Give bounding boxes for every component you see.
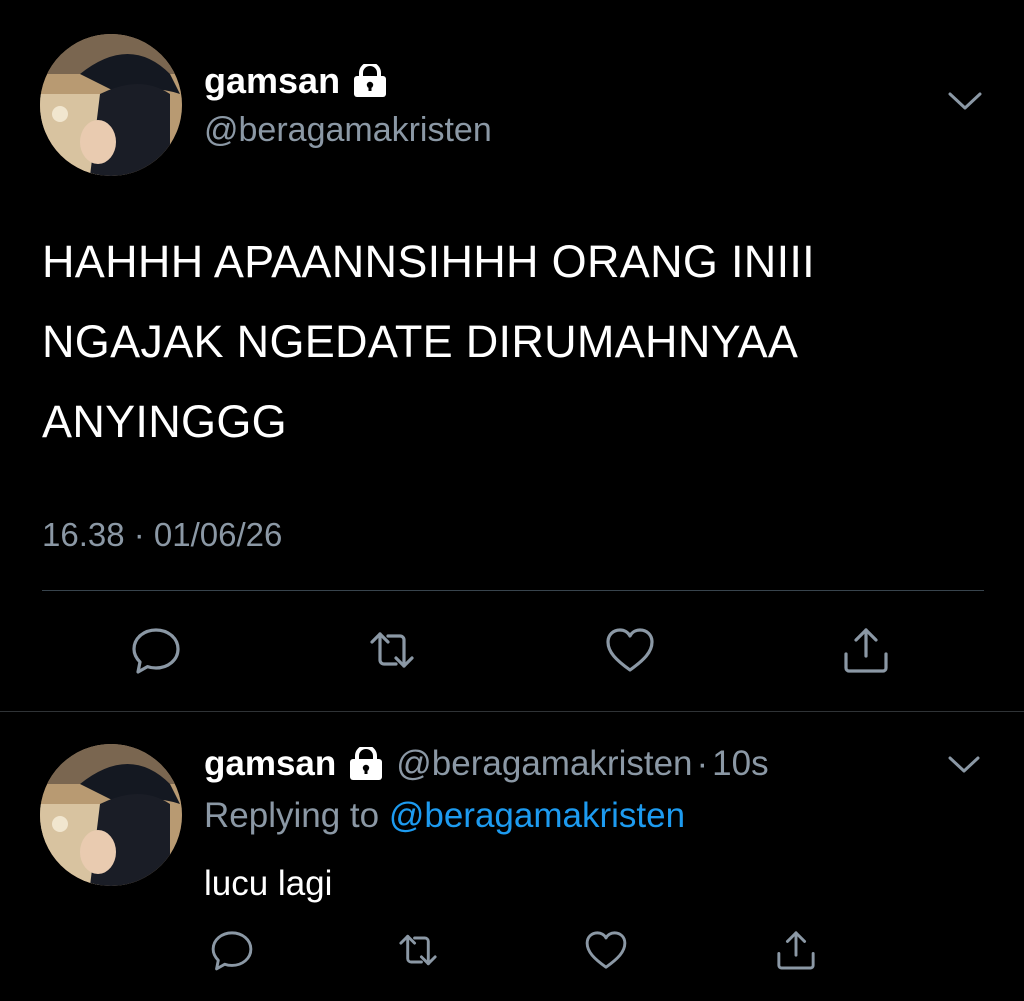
share-icon[interactable]	[772, 926, 820, 974]
avatar[interactable]	[40, 744, 182, 886]
reply-header: gamsan @beragamakristen · 10s	[204, 740, 769, 788]
tweet-text: lucu lagi	[204, 864, 333, 903]
chevron-down-icon[interactable]	[944, 750, 984, 778]
lock-icon	[348, 747, 384, 781]
lock-icon	[352, 64, 388, 98]
tweet-text-line: HAHHH APAANNSIHHH ORANG INIII	[42, 236, 815, 287]
display-name-text: gamsan	[204, 60, 341, 101]
retweet-icon[interactable]	[364, 622, 420, 678]
tweet-actions	[0, 620, 1024, 680]
tweet-actions	[0, 926, 1024, 978]
separator-dot: ·	[696, 744, 709, 783]
user-handle[interactable]: @beragamakristen	[204, 110, 492, 150]
reply-icon[interactable]	[208, 926, 256, 974]
replying-to-label: Replying to	[204, 796, 380, 835]
user-handle[interactable]: @beragamakristen	[396, 740, 692, 788]
like-icon[interactable]	[582, 926, 630, 974]
reply-icon[interactable]	[128, 622, 184, 678]
retweet-icon[interactable]	[394, 926, 442, 974]
tweet-timestamp[interactable]: 16.38 · 01/06/26	[42, 510, 282, 560]
like-icon[interactable]	[602, 622, 658, 678]
display-name[interactable]: gamsan	[204, 60, 388, 102]
avatar-image	[40, 34, 182, 176]
share-icon[interactable]	[838, 622, 894, 678]
tweet-text-line: ANYINGGG	[42, 396, 287, 447]
divider	[42, 590, 984, 591]
tweet-text-line: NGAJAK NGEDATE DIRUMAHNYAA	[42, 316, 799, 367]
tweet-time[interactable]: 10s	[712, 740, 768, 788]
avatar-image	[40, 744, 182, 886]
display-name[interactable]: gamsan	[204, 740, 336, 788]
replying-to: Replying to @beragamakristen	[204, 792, 685, 840]
avatar[interactable]	[40, 34, 182, 176]
tweet-text: HAHHH APAANNSIHHH ORANG INIII NGAJAK NGE…	[42, 222, 992, 462]
divider	[0, 711, 1024, 712]
chevron-down-icon[interactable]	[944, 86, 986, 116]
replying-to-link[interactable]: @beragamakristen	[389, 796, 685, 835]
